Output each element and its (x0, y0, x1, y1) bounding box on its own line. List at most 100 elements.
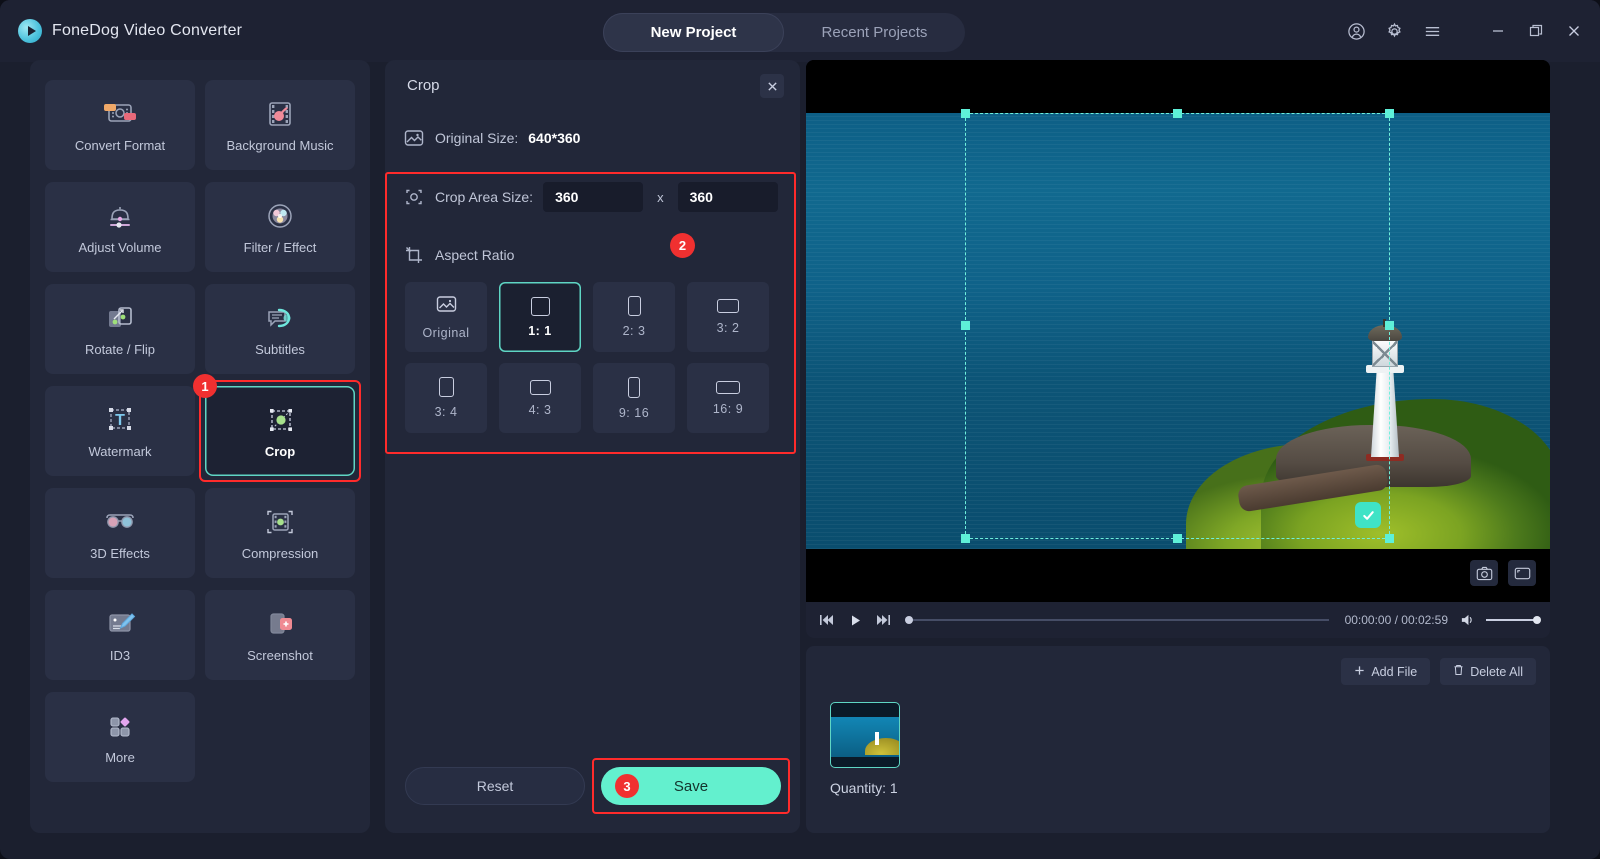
tool-background-music[interactable]: Background Music (205, 80, 355, 170)
step-badge-3: 3 (615, 774, 639, 798)
tool-compression[interactable]: Compression (205, 488, 355, 578)
letterbox-bottom (806, 549, 1550, 602)
landscape-wide-shape-icon (716, 380, 740, 394)
tab-new-project[interactable]: New Project (603, 13, 784, 52)
titlebar: FoneDog Video Converter New Project Rece… (0, 0, 1600, 62)
skip-next-icon[interactable] (874, 611, 892, 629)
tool-3d-effects[interactable]: 3D Effects (45, 488, 195, 578)
original-size-value: 640*360 (528, 130, 581, 146)
ratio-original[interactable]: Original (405, 282, 487, 352)
trash-icon (1453, 664, 1464, 679)
minimize-icon[interactable] (1488, 21, 1508, 41)
tool-more[interactable]: More (45, 692, 195, 782)
camera-icon[interactable] (1470, 560, 1498, 586)
account-icon[interactable] (1346, 21, 1366, 41)
ratio-label: 3: 4 (434, 405, 458, 419)
tool-label: Convert Format (74, 138, 166, 153)
crop-icon (261, 403, 299, 437)
tool-label: Screenshot (247, 648, 313, 663)
crop-panel: Crop Original Size: 640*360 Crop Area Si… (385, 60, 800, 833)
tool-label: Filter / Effect (243, 240, 317, 255)
expand-icon[interactable] (1508, 560, 1536, 586)
file-list-panel: Add File Delete All Quantity: 1 (806, 646, 1550, 833)
watermark-icon: T (101, 403, 139, 437)
delete-all-button[interactable]: Delete All (1440, 658, 1536, 685)
3d-effects-icon (101, 505, 139, 539)
tool-label: Background Music (226, 138, 334, 153)
compression-icon (261, 505, 299, 539)
tool-convert-format[interactable]: Convert Format (45, 80, 195, 170)
play-icon[interactable] (846, 611, 864, 629)
tool-label: More (105, 750, 135, 765)
file-thumbnail[interactable] (830, 702, 900, 768)
square-shape-icon (530, 296, 550, 316)
ratio-4-3[interactable]: 4: 3 (499, 363, 581, 433)
player-controls: 00:00:00 / 00:02:59 (806, 602, 1550, 638)
reset-button[interactable]: Reset (405, 767, 585, 805)
aspect-ratio-label: Aspect Ratio (435, 247, 515, 263)
tab-recent-projects[interactable]: Recent Projects (784, 13, 965, 52)
tool-label: Crop (264, 444, 296, 459)
tool-label: Rotate / Flip (84, 342, 156, 357)
tool-watermark[interactable]: T Watermark (45, 386, 195, 476)
tool-rotate-flip[interactable]: Rotate / Flip (45, 284, 195, 374)
seek-bar[interactable] (905, 616, 1329, 624)
close-icon[interactable] (760, 74, 784, 98)
landscape-shape-icon (717, 299, 739, 313)
volume-knob[interactable] (1533, 616, 1541, 624)
ratio-9-16[interactable]: 9: 16 (593, 363, 675, 433)
close-icon[interactable] (1564, 21, 1584, 41)
crop-area-row: Crop Area Size: x (403, 182, 778, 212)
crop-width-input[interactable] (543, 182, 644, 212)
maximize-icon[interactable] (1526, 21, 1546, 41)
ratio-3-4[interactable]: 3: 4 (405, 363, 487, 433)
tool-screenshot[interactable]: Screenshot (205, 590, 355, 680)
window-controls (1346, 0, 1584, 62)
time-display: 00:00:00 / 00:02:59 (1344, 613, 1448, 627)
ratio-3-2[interactable]: 3: 2 (687, 282, 769, 352)
aspect-ratio-row: Aspect Ratio (403, 245, 514, 265)
svg-text:T: T (115, 412, 125, 429)
portrait-shape-icon (438, 377, 454, 397)
panel-title: Crop (407, 77, 440, 94)
ratio-label: 1: 1 (528, 323, 552, 338)
gear-icon[interactable] (1384, 21, 1404, 41)
ratio-label: 3: 2 (716, 321, 740, 335)
tool-crop[interactable]: 1 Crop (193, 374, 361, 482)
ratio-label: Original (422, 325, 470, 340)
portrait-shape-icon (627, 296, 641, 316)
seek-knob[interactable] (905, 616, 913, 624)
crop-height-input[interactable] (677, 182, 778, 212)
tool-subtitles[interactable]: Subtitles (205, 284, 355, 374)
tool-filter-effect[interactable]: Filter / Effect (205, 182, 355, 272)
tool-adjust-volume[interactable]: Adjust Volume (45, 182, 195, 272)
app-window: FoneDog Video Converter New Project Rece… (0, 0, 1600, 859)
ratio-1-1[interactable]: 1: 1 (499, 282, 581, 352)
tool-label: Adjust Volume (78, 240, 162, 255)
landscape-shape-icon (529, 379, 551, 395)
plus-icon (1354, 665, 1365, 679)
tool-label: Watermark (88, 444, 152, 459)
aspect-ratio-icon (403, 245, 425, 265)
volume-icon[interactable] (1458, 611, 1476, 629)
ratio-2-3[interactable]: 2: 3 (593, 282, 675, 352)
file-list-actions: Add File Delete All (1341, 658, 1536, 685)
convert-format-icon (101, 97, 139, 131)
add-file-button[interactable]: Add File (1341, 658, 1431, 685)
step-badge-2: 2 (670, 233, 695, 258)
ratio-label: 16: 9 (712, 401, 744, 416)
preview-tools (1470, 560, 1536, 586)
ratio-label: 2: 3 (622, 324, 646, 338)
skip-previous-icon[interactable] (818, 611, 836, 629)
volume-slider[interactable] (1486, 616, 1541, 624)
menu-icon[interactable] (1422, 21, 1442, 41)
tool-id3[interactable]: ID3 (45, 590, 195, 680)
video-frame-image (806, 113, 1550, 549)
video-canvas[interactable] (806, 60, 1550, 602)
ratio-16-9[interactable]: 16: 9 (687, 363, 769, 433)
play-circle-icon (18, 19, 42, 43)
crop-area-label: Crop Area Size: (435, 189, 534, 205)
letterbox-top (806, 60, 1550, 113)
crop-area-icon (403, 187, 425, 207)
tool-label: Compression (241, 546, 319, 561)
